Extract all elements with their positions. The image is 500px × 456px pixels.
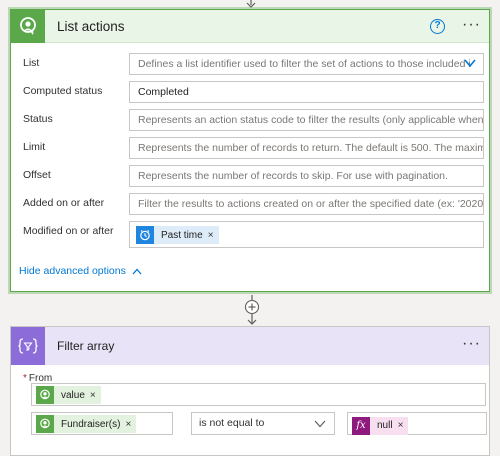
remove-token-icon[interactable]: × [90,390,101,401]
condition-operator-dropdown[interactable]: is not equal to [191,412,335,435]
fundraiser-token[interactable]: Fundraiser(s) × [36,415,137,433]
token-label: Fundraiser(s) [61,418,121,430]
hide-advanced-label: Hide advanced options [19,265,126,277]
field-label: Offset [23,169,51,181]
field-label: Computed status [23,85,103,97]
computed-status-input[interactable]: Completed [129,81,484,103]
filter-array-icon [11,327,45,365]
field-row-offset: Offset Represents the number of records … [11,165,489,187]
field-row-added-on-or-after: Added on or after Filter the results to … [11,193,489,215]
token-label: value [61,389,85,401]
field-label: Status [23,113,53,125]
connector-logo-icon [36,386,54,404]
remove-token-icon[interactable]: × [398,420,409,431]
hide-advanced-options-link[interactable]: Hide advanced options [19,265,142,277]
list-actions-card: List actions ? ··· List Defines a list i… [10,9,490,292]
operator-label: is not equal to [199,417,265,429]
connector-arrow-icon [246,0,256,8]
condition-right-operand[interactable]: fx null × [347,412,487,435]
clock-icon [136,226,154,244]
filter-array-card: Filter array ··· * From value × Fundrais… [10,326,490,456]
added-on-or-after-input[interactable]: Filter the results to actions created on… [129,193,484,215]
token-label: null [377,420,393,431]
null-expression-token[interactable]: fx null × [352,416,409,435]
ellipsis-icon[interactable]: ··· [462,336,481,352]
chevron-up-icon [132,268,142,274]
list-dropdown[interactable]: Defines a list identifier used to filter… [129,53,484,75]
card-title: Filter array [57,339,115,353]
limit-input[interactable]: Represents the number of records to retu… [129,137,484,159]
condition-left-operand[interactable]: Fundraiser(s) × [31,412,173,435]
fx-icon: fx [352,416,370,435]
list-actions-header[interactable]: List actions ? ··· [11,9,489,43]
field-label: List [23,57,40,69]
connector-logo-icon [36,415,54,433]
status-input[interactable]: Represents an action status code to filt… [129,109,484,131]
token-label: Past time [161,229,203,241]
field-label: Modified on or after [23,225,114,237]
field-row-computed-status: Computed status Completed [11,81,489,103]
question-circle-icon[interactable]: ? [430,19,445,34]
field-row-status: Status Represents an action status code … [11,109,489,131]
value-token[interactable]: value × [36,386,101,404]
modified-on-or-after-input[interactable]: Past time × [129,221,484,248]
connector-logo-icon [11,9,45,43]
chevron-down-icon [314,420,326,428]
from-input[interactable]: value × [31,383,486,406]
field-label: Limit [23,141,46,153]
field-row-limit: Limit Represents the number of records t… [11,137,489,159]
remove-token-icon[interactable]: × [208,230,219,241]
field-label: Added on or after [23,197,105,209]
list-placeholder: Defines a list identifier used to filter… [138,58,471,70]
insert-step-connector [244,295,260,325]
past-time-token[interactable]: Past time × [136,226,219,244]
remove-token-icon[interactable]: × [125,419,136,430]
chevron-down-icon[interactable] [463,58,477,68]
field-row-list: List Defines a list identifier used to f… [11,53,489,75]
required-mark: * [23,373,27,384]
card-title: List actions [57,18,125,34]
offset-input[interactable]: Represents the number of records to skip… [129,165,484,187]
field-row-modified-on-or-after: Modified on or after Past time × [11,221,489,248]
ellipsis-icon[interactable]: ··· [462,17,481,33]
filter-array-header[interactable]: Filter array ··· [11,327,489,365]
